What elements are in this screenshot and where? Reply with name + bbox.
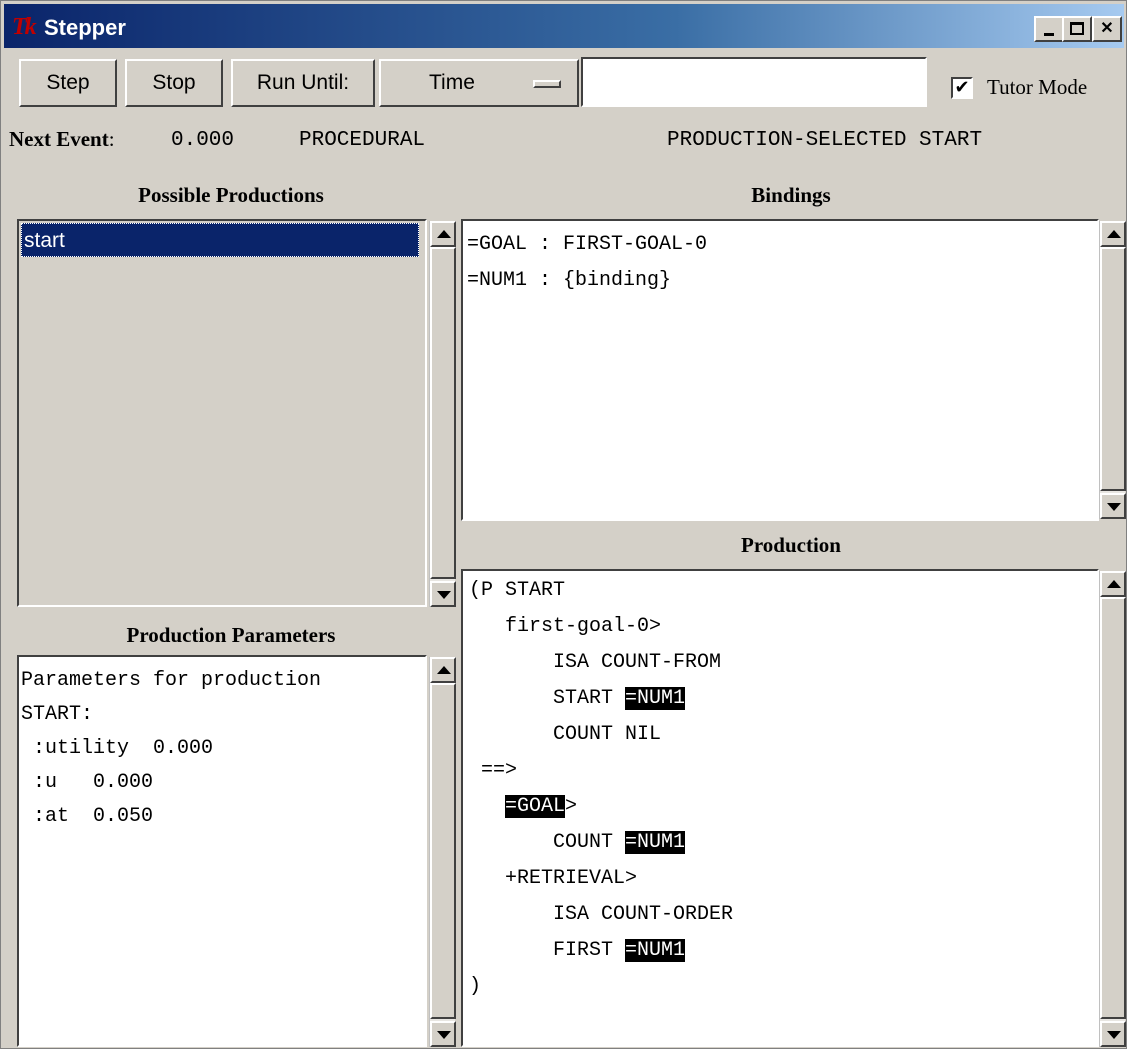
next-event-label: Next Event: [9, 127, 115, 152]
highlighted-variable: =NUM1 [625, 939, 686, 962]
scroll-thumb[interactable] [430, 683, 456, 1019]
arrow-down-icon [437, 591, 451, 599]
scroll-up-arrow[interactable] [430, 657, 456, 683]
stepper-window: Tk Stepper ✕ Step Stop Run Until: Time ✔… [0, 0, 1127, 1049]
production-line-text: COUNT NIL [469, 723, 662, 746]
scroll-up-arrow[interactable] [1100, 221, 1126, 247]
next-event-colon: : [108, 127, 115, 151]
production-line-text: FIRST [469, 939, 626, 962]
arrow-up-icon [1107, 230, 1121, 238]
production-line: (P START [469, 573, 565, 609]
tutor-mode-label: Tutor Mode [987, 75, 1088, 99]
production-line: COUNT =NUM1 [469, 825, 686, 861]
scroll-down-arrow[interactable] [430, 581, 456, 607]
bindings-header: Bindings [751, 183, 831, 207]
stop-button[interactable]: Stop [125, 59, 223, 107]
highlighted-variable: =NUM1 [625, 831, 686, 854]
scroll-thumb[interactable] [1100, 597, 1126, 1019]
arrow-down-icon [1107, 1031, 1121, 1039]
possible-productions-header: Possible Productions [138, 183, 324, 207]
parameter-line: START: [21, 703, 94, 726]
production-line-text: START [469, 687, 626, 710]
next-event-time: 0.000 [171, 129, 235, 152]
production-line: =GOAL> [469, 789, 577, 825]
arrow-down-icon [1107, 503, 1121, 511]
maximize-button[interactable] [1062, 16, 1092, 42]
arrow-up-icon [1107, 580, 1121, 588]
production-line: first-goal-0> [469, 609, 661, 645]
step-button[interactable]: Step [19, 59, 117, 107]
production-text[interactable]: (P START first-goal-0> ISA COUNT-FROM ST… [461, 569, 1099, 1047]
tk-logo-icon: Tk [12, 14, 37, 40]
production-line-text [469, 795, 505, 818]
production-line-text: ISA COUNT-ORDER [469, 903, 734, 926]
scroll-thumb[interactable] [430, 247, 456, 579]
parameter-line: :utility 0.000 [21, 737, 214, 760]
arrow-down-icon [437, 1031, 451, 1039]
production-line: ISA COUNT-FROM [469, 645, 721, 681]
production-line: FIRST =NUM1 [469, 933, 686, 969]
production-line: ==> [469, 753, 517, 789]
run-until-input[interactable] [581, 57, 927, 107]
arrow-up-icon [437, 230, 451, 238]
parameter-line: :u 0.000 [21, 771, 154, 794]
next-event-module: PROCEDURAL [299, 129, 426, 152]
highlighted-variable: =NUM1 [625, 687, 686, 710]
tutor-mode-checkbox[interactable]: ✔ [951, 77, 973, 99]
production-line-text: ISA COUNT-FROM [469, 651, 722, 674]
run-until-option-label: Time [429, 71, 475, 94]
production-line-text: ==> [469, 759, 518, 782]
possible-productions-scrollbar[interactable] [429, 221, 456, 607]
binding-line: =GOAL : FIRST-GOAL-0 [467, 233, 708, 256]
production-line: START =NUM1 [469, 681, 686, 717]
production-line-suffix: > [565, 795, 578, 818]
production-line: ISA COUNT-ORDER [469, 897, 733, 933]
close-icon: ✕ [1100, 20, 1114, 37]
production-header: Production [741, 533, 841, 557]
scroll-up-arrow[interactable] [430, 221, 456, 247]
title-bar[interactable]: Tk Stepper ✕ [4, 4, 1124, 48]
production-line: ) [469, 969, 481, 1005]
production-line: +RETRIEVAL> [469, 861, 637, 897]
production-line-text: +RETRIEVAL> [469, 867, 638, 890]
highlighted-variable: =GOAL [505, 795, 566, 818]
production-line-text: ) [469, 975, 482, 998]
run-until-option-menu[interactable]: Time [379, 59, 579, 107]
arrow-up-icon [437, 666, 451, 674]
production-scrollbar[interactable] [1099, 571, 1126, 1047]
scroll-down-arrow[interactable] [430, 1021, 456, 1047]
minimize-icon [1044, 33, 1054, 36]
next-event-title: Next Event [9, 127, 109, 151]
production-list-item[interactable]: start [21, 223, 419, 257]
production-parameters-scrollbar[interactable] [429, 657, 456, 1047]
maximize-icon [1070, 22, 1084, 35]
production-line: COUNT NIL [469, 717, 661, 753]
scroll-down-arrow[interactable] [1100, 493, 1126, 519]
scroll-down-arrow[interactable] [1100, 1021, 1126, 1047]
bindings-text[interactable]: =GOAL : FIRST-GOAL-0 =NUM1 : {binding} [461, 219, 1099, 521]
production-parameters-text[interactable]: Parameters for production START: :utilit… [17, 655, 427, 1047]
binding-line: =NUM1 : {binding} [467, 269, 672, 292]
scroll-thumb[interactable] [1100, 247, 1126, 491]
production-line-text: COUNT [469, 831, 626, 854]
window-title: Stepper [44, 15, 126, 40]
minimize-button[interactable] [1034, 16, 1064, 42]
production-line-text: (P START [469, 579, 566, 602]
next-event-action: PRODUCTION-SELECTED START [667, 129, 983, 152]
bindings-scrollbar[interactable] [1099, 221, 1126, 519]
parameter-line: Parameters for production [21, 669, 322, 692]
parameter-line: :at 0.050 [21, 805, 154, 828]
scroll-up-arrow[interactable] [1100, 571, 1126, 597]
option-menu-indicator-icon [533, 80, 561, 88]
run-until-button[interactable]: Run Until: [231, 59, 375, 107]
production-parameters-header: Production Parameters [126, 623, 336, 647]
production-line-text: first-goal-0> [469, 615, 662, 638]
possible-productions-list[interactable]: start [17, 219, 427, 607]
close-button[interactable]: ✕ [1092, 16, 1122, 42]
